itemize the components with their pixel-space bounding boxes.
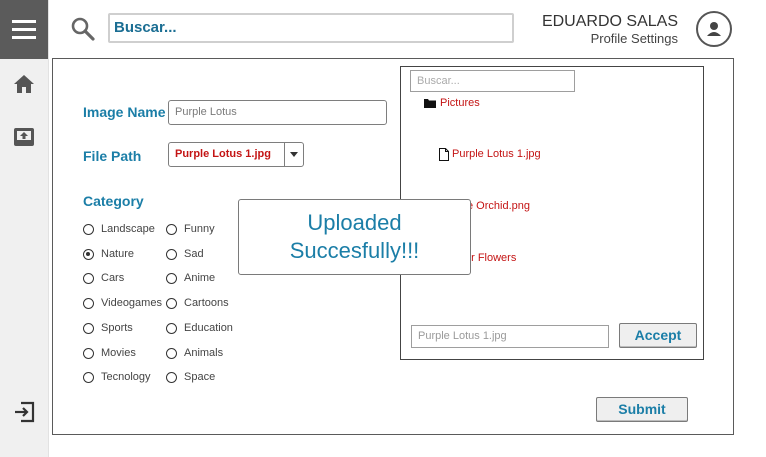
radio-sports[interactable]	[83, 323, 94, 334]
file-icon	[439, 148, 449, 161]
file-item[interactable]: e Orchid.png	[467, 200, 530, 212]
radio-label: Tecnology	[101, 371, 151, 383]
radio-label: Funny	[184, 223, 215, 235]
upload-icon	[14, 128, 34, 146]
menu-icon	[12, 20, 36, 39]
radio-label: Anime	[184, 272, 216, 284]
browser-search-input[interactable]: Buscar...	[410, 70, 575, 92]
accept-button[interactable]: Accept	[619, 323, 697, 348]
toast-line-2: Succesfully!!!	[289, 238, 420, 263]
radio-label: Sports	[101, 322, 133, 334]
user-name: EDUARDO SALAS	[541, 13, 678, 30]
radio-label: Cartoons	[184, 297, 229, 309]
radio-tecnology[interactable]	[83, 372, 94, 383]
sidebar	[0, 0, 49, 457]
search-icon[interactable]	[70, 16, 96, 42]
upload-success-toast: Uploaded Succesfully!!!	[238, 199, 471, 275]
category-label: Category	[83, 193, 144, 209]
radio-videogames[interactable]	[83, 298, 94, 309]
radio-movies[interactable]	[83, 348, 94, 359]
image-name-label: Image Name	[83, 104, 166, 120]
radio-label: Cars	[101, 272, 125, 284]
file-item[interactable]: Purple Lotus 1.jpg	[452, 148, 541, 160]
file-item[interactable]: er Flowers	[465, 252, 516, 264]
radio-label: Landscape	[101, 223, 155, 235]
logout-button[interactable]	[13, 401, 35, 423]
radio-label: Nature	[101, 248, 135, 260]
radio-label: Space	[184, 371, 216, 383]
radio-space[interactable]	[166, 372, 177, 383]
chevron-down-icon[interactable]	[284, 142, 304, 167]
search-input[interactable]: Buscar...	[108, 13, 514, 43]
radio-cars[interactable]	[83, 273, 94, 284]
folder-icon	[424, 99, 436, 108]
radio-label: Movies	[101, 347, 136, 359]
profile-settings-link[interactable]: Profile Settings	[591, 31, 678, 46]
menu-button[interactable]	[0, 0, 48, 59]
radio-nature[interactable]	[83, 249, 94, 260]
radio-landscape[interactable]	[83, 224, 94, 235]
radio-education[interactable]	[166, 323, 177, 334]
logout-icon	[15, 401, 35, 423]
radio-animals[interactable]	[166, 348, 177, 359]
avatar[interactable]	[696, 11, 732, 47]
radio-anime[interactable]	[166, 273, 177, 284]
upload-button[interactable]	[13, 126, 35, 148]
folder-pictures[interactable]: Pictures	[440, 97, 480, 109]
radio-label: Education	[184, 322, 233, 334]
radio-label: Videogames	[101, 297, 162, 309]
radio-label: Sad	[184, 248, 204, 260]
radio-label: Animals	[184, 347, 224, 359]
home-icon	[14, 75, 34, 93]
image-name-input[interactable]: Purple Lotus	[168, 100, 387, 125]
radio-funny[interactable]	[166, 224, 177, 235]
file-path-label: File Path	[83, 148, 142, 164]
home-button[interactable]	[12, 72, 36, 96]
browser-filename-input[interactable]: Purple Lotus 1.jpg	[411, 325, 609, 348]
radio-cartoons[interactable]	[166, 298, 177, 309]
toast-line-1: Uploaded	[307, 210, 402, 235]
user-icon	[707, 22, 721, 36]
radio-sad[interactable]	[166, 249, 177, 260]
submit-button[interactable]: Submit	[596, 397, 688, 422]
